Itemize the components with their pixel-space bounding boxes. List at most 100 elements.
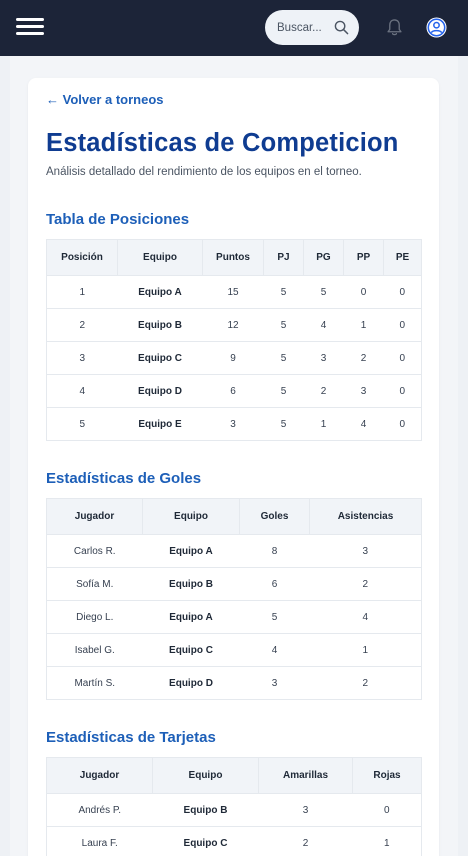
table-cell: 5 xyxy=(263,308,304,342)
column-header[interactable]: PJ xyxy=(263,239,304,276)
table-row: 4 Equipo D 6 5 2 3 0 xyxy=(46,374,422,408)
table-cell: 6 xyxy=(239,567,310,601)
table-cell: 1 xyxy=(352,826,422,856)
table-cell: 3 xyxy=(303,341,344,375)
column-header[interactable]: Amarillas xyxy=(258,757,353,794)
table-cell: 8 xyxy=(239,534,310,568)
team-name-cell: Equipo A xyxy=(142,600,240,634)
table-row: Diego L. Equipo A 5 4 xyxy=(46,600,422,634)
team-name-cell: Equipo B xyxy=(152,793,259,827)
page-title: Estadísticas de Competicion xyxy=(46,129,399,157)
column-header[interactable]: Jugador xyxy=(46,498,143,535)
team-name-cell: Equipo C xyxy=(117,341,203,375)
column-header[interactable]: PG xyxy=(303,239,344,276)
table-row: Martín S. Equipo D 3 2 xyxy=(46,666,422,700)
table-row: Sofía M. Equipo B 6 2 xyxy=(46,567,422,601)
goals-table: Jugador Equipo Goles Asistencias Carlos … xyxy=(46,498,422,700)
table-cell: 2 xyxy=(309,567,422,601)
table-cell: 3 xyxy=(343,374,384,408)
table-cell: 0 xyxy=(383,407,422,441)
search-input[interactable] xyxy=(277,21,329,34)
table-row: 1 Equipo A 15 5 5 0 0 xyxy=(46,275,422,309)
table-cell: 5 xyxy=(263,407,304,441)
table-row: Laura F. Equipo C 2 1 xyxy=(46,826,422,856)
team-name-cell: Equipo D xyxy=(142,666,240,700)
column-header[interactable]: Posición xyxy=(46,239,118,276)
table-cell: 12 xyxy=(202,308,264,342)
table-cell: 2 xyxy=(343,341,384,375)
table-cell: 0 xyxy=(383,374,422,408)
hamburger-menu-icon[interactable] xyxy=(16,16,44,38)
table-cell: 4 xyxy=(343,407,384,441)
column-header[interactable]: Equipo xyxy=(152,757,259,794)
team-name-cell: Equipo E xyxy=(117,407,203,441)
table-row: Andrés P. Equipo B 3 0 xyxy=(46,793,422,827)
top-bar xyxy=(0,0,468,56)
page-subtitle: Análisis detallado del rendimiento de lo… xyxy=(46,166,362,178)
table-cell: 4 xyxy=(309,600,422,634)
column-header[interactable]: Puntos xyxy=(202,239,264,276)
table-cell: 3 xyxy=(202,407,264,441)
table-cell: 4 xyxy=(46,374,118,408)
team-name-cell: Equipo B xyxy=(142,567,240,601)
table-cell: 2 xyxy=(258,826,353,856)
column-header[interactable]: Rojas xyxy=(352,757,422,794)
table-cell: 3 xyxy=(46,341,118,375)
table-cell: 9 xyxy=(202,341,264,375)
table-cell: 0 xyxy=(352,793,422,827)
player-name-cell: Andrés P. xyxy=(46,793,153,827)
back-to-tournaments-link[interactable]: ← Volver a torneos xyxy=(46,92,164,107)
user-avatar-icon[interactable] xyxy=(426,17,447,38)
bell-icon[interactable] xyxy=(386,18,403,37)
standings-header-row: Posición Equipo Puntos PJ PG PP PE xyxy=(46,239,422,276)
team-name-cell: Equipo C xyxy=(152,826,259,856)
team-name-cell: Equipo A xyxy=(117,275,203,309)
table-cell: 2 xyxy=(303,374,344,408)
column-header[interactable]: Asistencias xyxy=(309,498,422,535)
column-header[interactable]: Jugador xyxy=(46,757,153,794)
table-cell: 5 xyxy=(263,275,304,309)
table-cell: 1 xyxy=(303,407,344,441)
table-cell: 5 xyxy=(263,341,304,375)
table-row: Carlos R. Equipo A 8 3 xyxy=(46,534,422,568)
standings-table: Posición Equipo Puntos PJ PG PP PE 1 Equ… xyxy=(46,239,422,441)
table-row: 5 Equipo E 3 5 1 4 0 xyxy=(46,407,422,441)
column-header[interactable]: Equipo xyxy=(117,239,203,276)
table-cell: 3 xyxy=(309,534,422,568)
table-cell: 0 xyxy=(383,308,422,342)
column-header[interactable]: PE xyxy=(383,239,422,276)
table-row: 2 Equipo B 12 5 4 1 0 xyxy=(46,308,422,342)
table-cell: 5 xyxy=(239,600,310,634)
table-cell: 4 xyxy=(303,308,344,342)
player-name-cell: Isabel G. xyxy=(46,633,143,667)
goals-section-title: Estadísticas de Goles xyxy=(46,470,202,487)
column-header[interactable]: Goles xyxy=(239,498,310,535)
table-cell: 5 xyxy=(303,275,344,309)
table-cell: 6 xyxy=(202,374,264,408)
player-name-cell: Laura F. xyxy=(46,826,153,856)
table-cell: 0 xyxy=(343,275,384,309)
table-cell: 0 xyxy=(383,275,422,309)
search-icon[interactable] xyxy=(334,20,349,35)
table-cell: 1 xyxy=(46,275,118,309)
table-row: 3 Equipo C 9 5 3 2 0 xyxy=(46,341,422,375)
search-box[interactable] xyxy=(265,10,359,45)
team-name-cell: Equipo B xyxy=(117,308,203,342)
team-name-cell: Equipo C xyxy=(142,633,240,667)
table-cell: 1 xyxy=(309,633,422,667)
team-name-cell: Equipo D xyxy=(117,374,203,408)
table-cell: 15 xyxy=(202,275,264,309)
column-header[interactable]: PP xyxy=(343,239,384,276)
table-cell: 3 xyxy=(239,666,310,700)
player-name-cell: Diego L. xyxy=(46,600,143,634)
player-name-cell: Sofía M. xyxy=(46,567,143,601)
player-name-cell: Martín S. xyxy=(46,666,143,700)
standings-section-title: Tabla de Posiciones xyxy=(46,211,190,228)
column-header[interactable]: Equipo xyxy=(142,498,240,535)
goals-header-row: Jugador Equipo Goles Asistencias xyxy=(46,498,422,535)
table-cell: 1 xyxy=(343,308,384,342)
cards-section-title: Estadísticas de Tarjetas xyxy=(46,729,216,746)
table-row: Isabel G. Equipo C 4 1 xyxy=(46,633,422,667)
team-name-cell: Equipo A xyxy=(142,534,240,568)
table-cell: 2 xyxy=(309,666,422,700)
